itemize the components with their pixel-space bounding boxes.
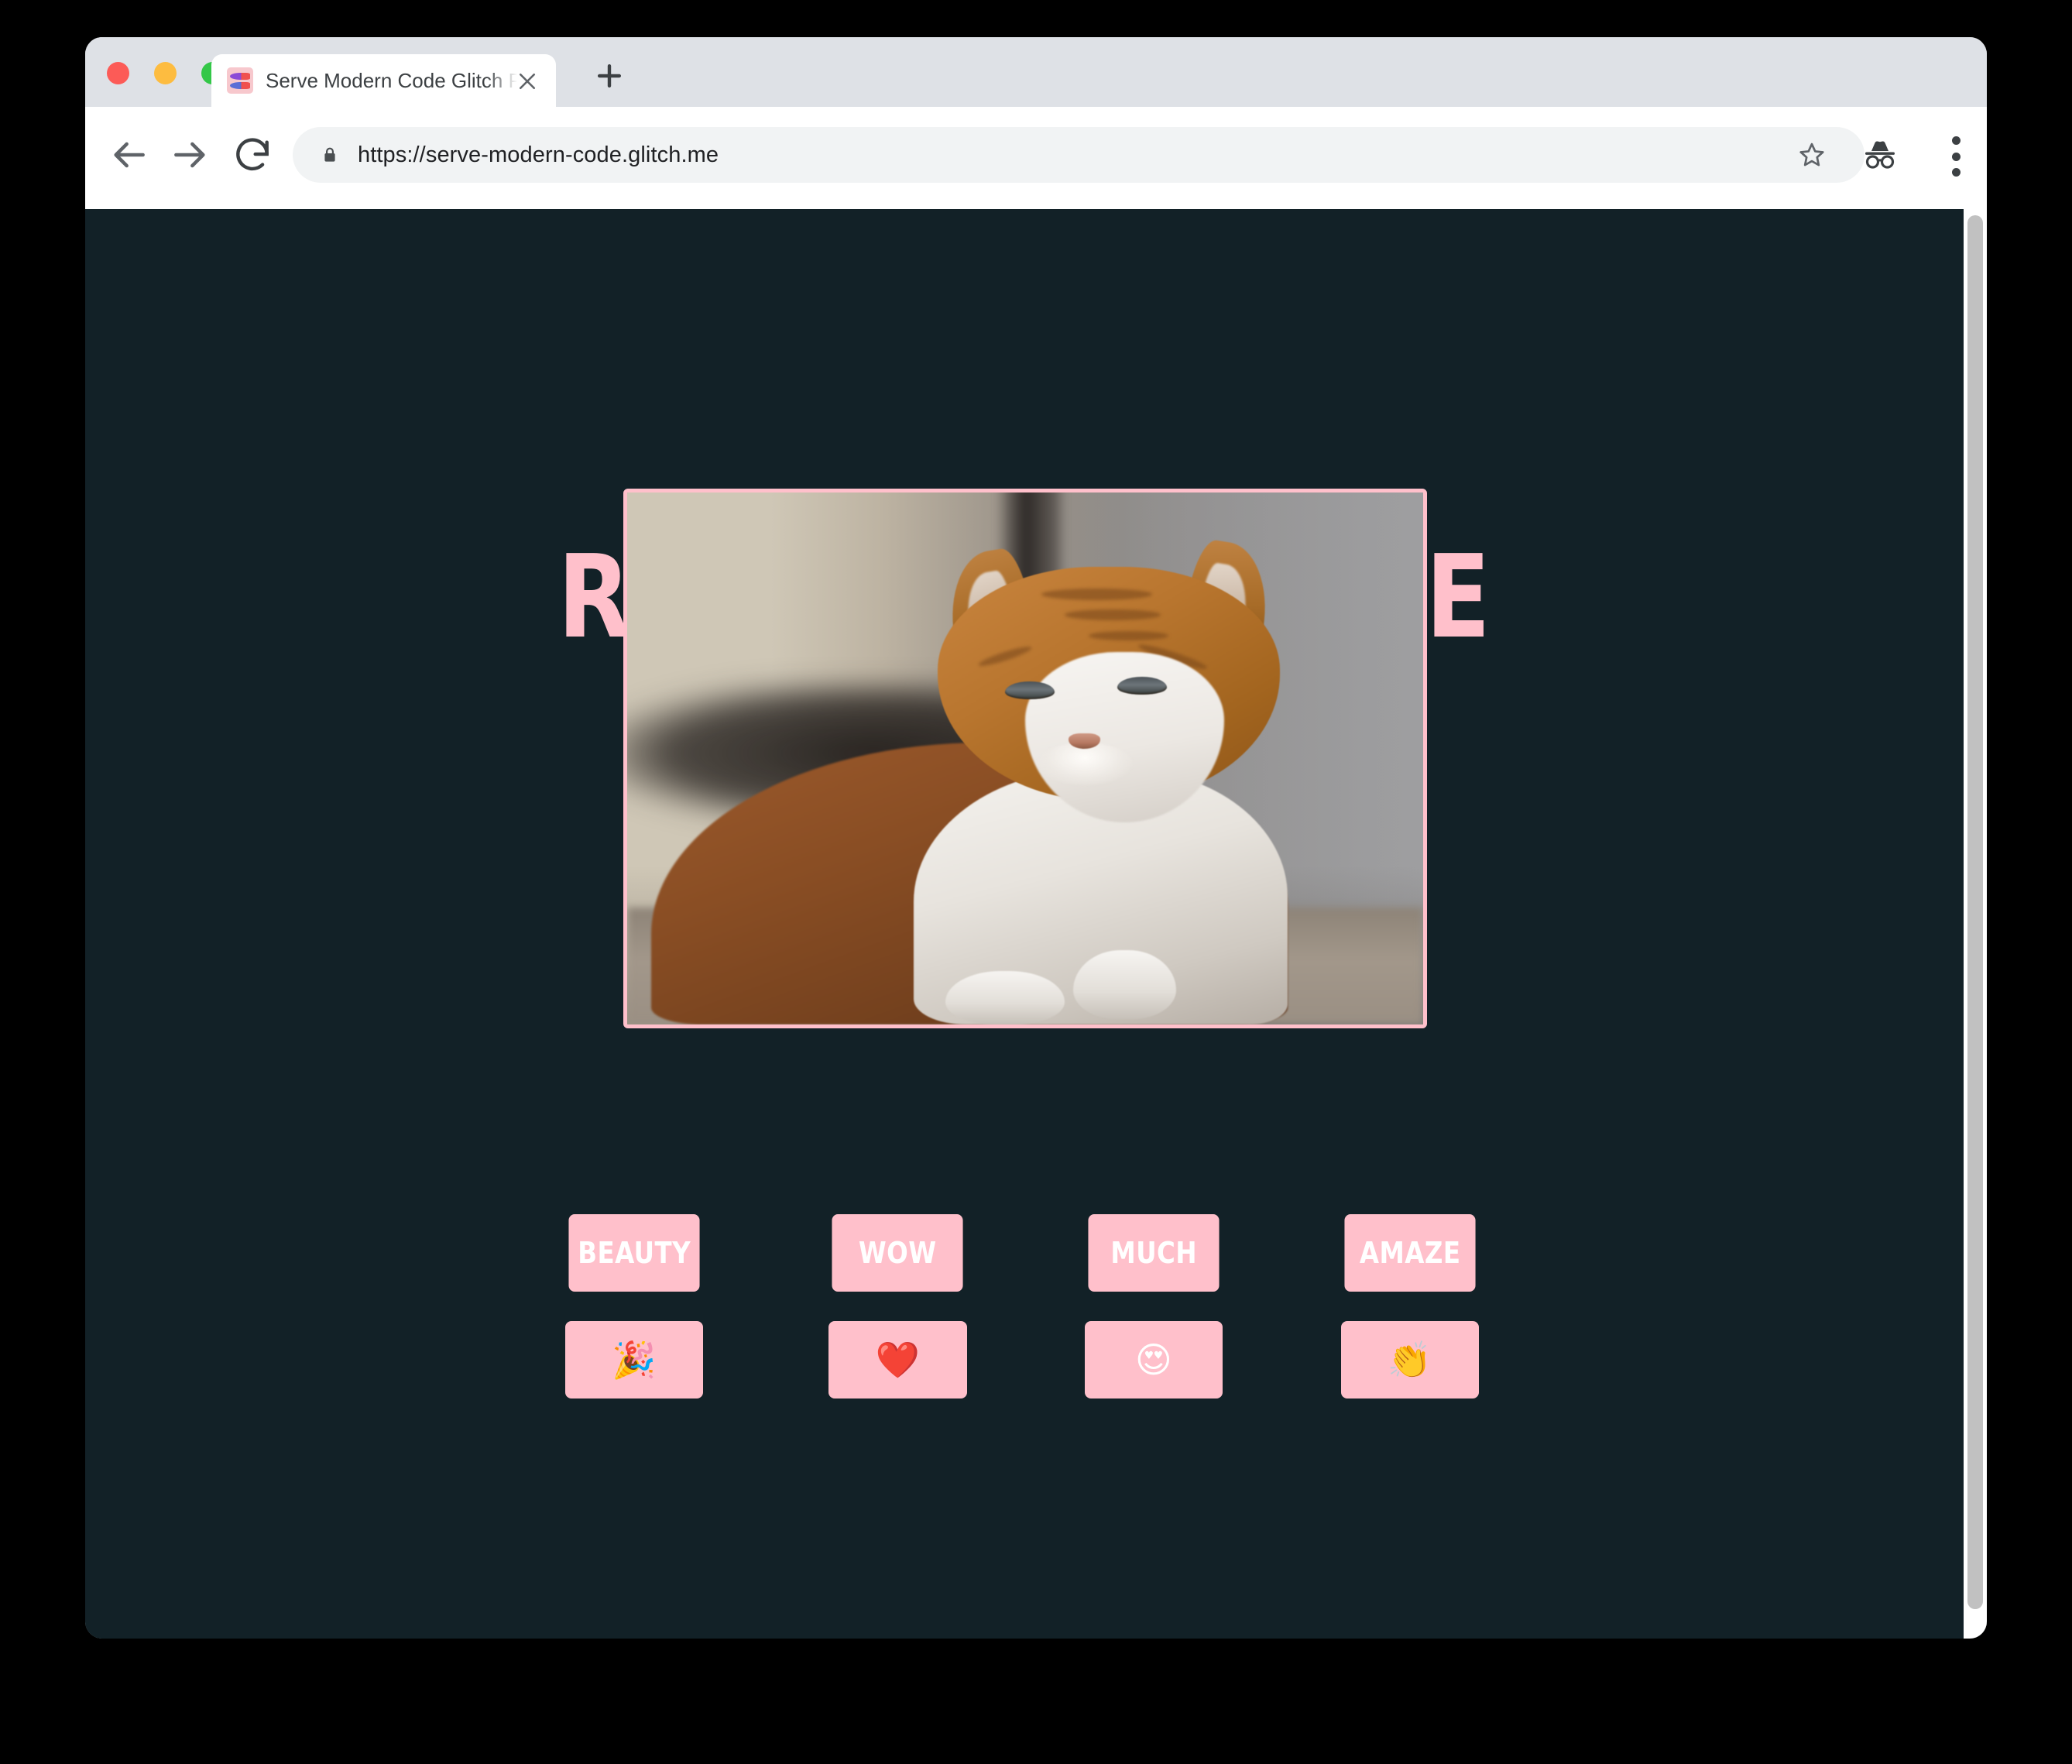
reload-icon[interactable]	[231, 133, 274, 177]
desktop-backdrop: Serve Modern Code Glitch Play	[0, 0, 2072, 1764]
forward-icon[interactable]	[169, 133, 212, 177]
lock-icon	[321, 144, 339, 166]
rate-clap-button[interactable]: 👏	[1340, 1321, 1479, 1399]
new-tab-button[interactable]	[592, 59, 626, 93]
rating-row-emoji: 🎉 ❤️ 😍 👏	[565, 1321, 1479, 1399]
back-icon[interactable]	[107, 133, 150, 177]
three-dot-menu-icon[interactable]	[1951, 136, 1961, 177]
rating-buttons: BEAUTY WOW MUCH AMAZE 🎉 ❤️ 😍 👏	[565, 1214, 1479, 1428]
incognito-icon[interactable]	[1860, 138, 1900, 172]
rate-wow-button[interactable]: WOW	[832, 1214, 964, 1292]
kitty-photo-frame	[623, 489, 1427, 1028]
browser-window: Serve Modern Code Glitch Play	[85, 37, 1987, 1639]
minimize-window-button[interactable]	[154, 62, 177, 84]
page-content: RATE THIS KITTIE	[85, 209, 1964, 1639]
rate-amaze-button[interactable]: AMAZE	[1344, 1214, 1476, 1292]
glitch-fish-favicon	[227, 67, 253, 94]
rate-beauty-button[interactable]: BEAUTY	[568, 1214, 700, 1292]
star-icon[interactable]	[1784, 127, 1840, 183]
tab-title: Serve Modern Code Glitch Play	[266, 68, 517, 92]
close-window-button[interactable]	[107, 62, 129, 84]
browser-tab[interactable]: Serve Modern Code Glitch Play	[211, 54, 556, 107]
scrollbar-thumb[interactable]	[1967, 215, 1983, 1609]
page-scrollbar[interactable]	[1964, 209, 1987, 1639]
address-bar[interactable]: https://serve-modern-code.glitch.me	[293, 127, 1864, 183]
rate-much-button[interactable]: MUCH	[1088, 1214, 1220, 1292]
browser-tab-strip: Serve Modern Code Glitch Play	[85, 37, 1987, 107]
close-icon[interactable]	[516, 70, 539, 93]
rate-heart-eyes-button[interactable]: 😍	[1084, 1321, 1223, 1399]
page-viewport: RATE THIS KITTIE	[85, 209, 1987, 1639]
rate-red-heart-button[interactable]: ❤️	[828, 1321, 967, 1399]
kitty-photo	[627, 492, 1423, 1024]
url-text: https://serve-modern-code.glitch.me	[358, 142, 719, 167]
cat-illustration	[627, 492, 1423, 1024]
window-controls	[107, 62, 224, 84]
rate-party-popper-button[interactable]: 🎉	[565, 1321, 704, 1399]
rating-row-words: BEAUTY WOW MUCH AMAZE	[565, 1214, 1479, 1292]
browser-toolbar: https://serve-modern-code.glitch.me	[85, 107, 1987, 209]
